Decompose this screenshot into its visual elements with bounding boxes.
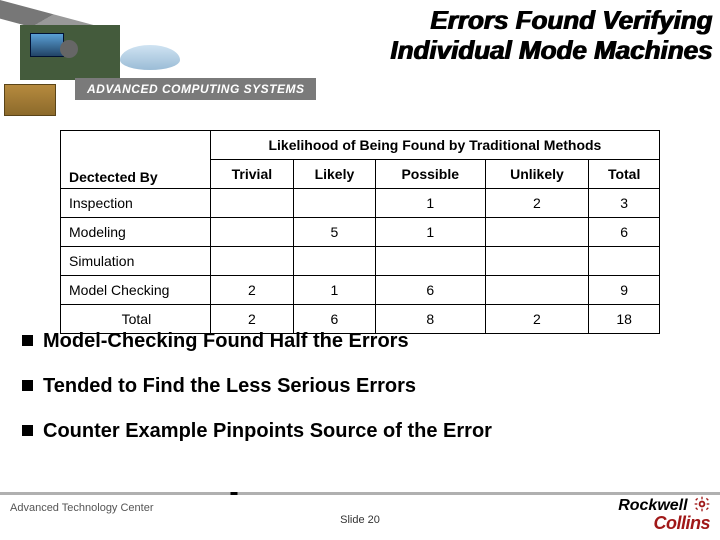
cell (375, 247, 485, 276)
footer-rule (0, 492, 720, 495)
data-table: Dectected By Likelihood of Being Found b… (60, 130, 660, 334)
col-likely: Likely (293, 160, 375, 189)
cell: 9 (589, 276, 660, 305)
col-possible: Possible (375, 160, 485, 189)
cell: 2 (210, 276, 293, 305)
table-row: Simulation (61, 247, 660, 276)
cell (589, 247, 660, 276)
cell (210, 189, 293, 218)
cell: 1 (375, 189, 485, 218)
bullet-text: Model-Checking Found Half the Errors (43, 330, 409, 352)
title-line-1: Errors Found Verifying (430, 5, 712, 35)
cell (293, 189, 375, 218)
row-label: Inspection (61, 189, 211, 218)
cell (210, 247, 293, 276)
cell (485, 218, 589, 247)
table-row: Modeling 5 1 6 (61, 218, 660, 247)
footer-left-text: Advanced Technology Center (10, 502, 154, 514)
slide-title: Errors Found Verifying Individual Mode M… (390, 6, 712, 66)
cell: 1 (293, 276, 375, 305)
rockwell-collins-logo: Rockwell Collins (618, 496, 710, 533)
cell: 6 (375, 276, 485, 305)
cell: 3 (589, 189, 660, 218)
cell (293, 247, 375, 276)
row-label: Modeling (61, 218, 211, 247)
slide-number: Slide 20 (340, 514, 380, 526)
table-row: Inspection 1 2 3 (61, 189, 660, 218)
bullet-item: Counter Example Pinpoints Source of the … (22, 420, 690, 443)
bullet-text: Counter Example Pinpoints Source of the … (43, 420, 492, 442)
cell (485, 276, 589, 305)
cell: 5 (293, 218, 375, 247)
bullet-item: Model-Checking Found Half the Errors (22, 330, 690, 353)
bullet-item: Tended to Find the Less Serious Errors (22, 375, 690, 398)
col-unlikely: Unlikely (485, 160, 589, 189)
bullet-text: Tended to Find the Less Serious Errors (43, 375, 416, 397)
banner-label: ADVANCED COMPUTING SYSTEMS (75, 78, 316, 100)
table-row: Model Checking 2 1 6 9 (61, 276, 660, 305)
cell (210, 218, 293, 247)
table-spanner: Likelihood of Being Found by Traditional… (210, 131, 659, 160)
bullet-icon (22, 335, 33, 346)
bullet-list: Model-Checking Found Half the Errors Ten… (22, 330, 690, 465)
title-line-2: Individual Mode Machines (390, 35, 712, 65)
slide: Errors Found Verifying Individual Mode M… (0, 0, 720, 540)
cell: 6 (589, 218, 660, 247)
bullet-icon (22, 425, 33, 436)
cell: 2 (485, 189, 589, 218)
logo-bottom: Collins (653, 513, 710, 533)
footer: Advanced Technology Center Slide 20 Rock… (0, 492, 720, 540)
col-total: Total (589, 160, 660, 189)
bullet-icon (22, 380, 33, 391)
table-stub-head: Dectected By (61, 131, 211, 189)
row-label: Simulation (61, 247, 211, 276)
cell (485, 247, 589, 276)
cell: 1 (375, 218, 485, 247)
col-trivial: Trivial (210, 160, 293, 189)
gear-icon (694, 496, 710, 512)
row-label: Model Checking (61, 276, 211, 305)
logo-top: Rockwell (618, 497, 687, 514)
banner: ADVANCED COMPUTING SYSTEMS (75, 75, 720, 107)
